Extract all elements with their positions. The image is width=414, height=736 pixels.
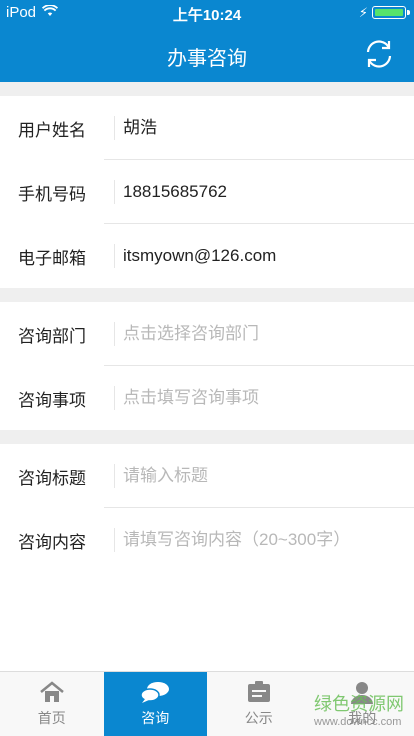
tab-mine[interactable]: 我的 [311,672,414,736]
matter-label: 咨询事项 [18,390,86,410]
matter-input[interactable]: 点击填写咨询事项 [114,386,414,410]
department-row[interactable]: 咨询部门 点击选择咨询部门 [0,302,414,366]
section-gap [0,82,414,96]
refresh-icon [366,40,392,68]
tab-consult[interactable]: 咨询 [103,672,207,736]
name-row: 用户姓名 胡浩 [0,96,414,160]
email-row: 电子邮箱 itsmyown@126.com [0,224,414,288]
tab-home[interactable]: 首页 [0,672,104,736]
notice-icon [247,681,270,702]
subject-label: 咨询标题 [18,468,86,488]
home-icon [39,681,64,702]
name-value: 胡浩 [114,116,414,140]
department-section: 咨询部门 点击选择咨询部门 咨询事项 点击填写咨询事项 [0,302,414,430]
message-section: 咨询标题 请输入标题 咨询内容 请填写咨询内容（20~300字） [0,444,414,572]
chat-icon [140,682,170,703]
status-bar: iPod 上午10:24 ⚡ [0,0,414,26]
subject-input[interactable]: 请输入标题 [114,464,414,488]
person-icon [351,682,374,704]
section-gap [0,288,414,302]
department-select[interactable]: 点击选择咨询部门 [114,322,414,346]
page-title: 办事咨询 [167,48,247,70]
email-label: 电子邮箱 [18,248,86,268]
tab-home-label: 首页 [37,710,66,726]
top-bar: iPod 上午10:24 ⚡ 办事咨询 [0,0,414,82]
content-row[interactable]: 咨询内容 请填写咨询内容（20~300字） [0,508,414,572]
phone-value: 18815685762 [114,180,414,204]
phone-row: 手机号码 18815685762 [0,160,414,224]
subject-row[interactable]: 咨询标题 请输入标题 [0,444,414,508]
clock: 上午10:24 [172,7,242,24]
email-value: itsmyown@126.com [114,244,414,268]
tab-bar: 首页 咨询 公示 我的 [0,671,414,736]
matter-row[interactable]: 咨询事项 点击填写咨询事项 [0,366,414,430]
tab-mine-label: 我的 [348,710,377,726]
profile-section: 用户姓名 胡浩 手机号码 18815685762 电子邮箱 itsmyown@1… [0,96,414,288]
name-label: 用户姓名 [18,120,86,140]
department-label: 咨询部门 [18,326,86,346]
tab-notice[interactable]: 公示 [207,672,311,736]
tab-notice-label: 公示 [244,710,273,726]
section-gap [0,430,414,444]
content-label: 咨询内容 [18,532,86,552]
content-textarea[interactable]: 请填写咨询内容（20~300字） [114,528,414,552]
refresh-button[interactable] [362,37,396,71]
tab-consult-label: 咨询 [141,710,170,726]
phone-label: 手机号码 [18,184,86,204]
charging-icon: ⚡ [358,5,368,20]
battery-icon [372,6,410,19]
